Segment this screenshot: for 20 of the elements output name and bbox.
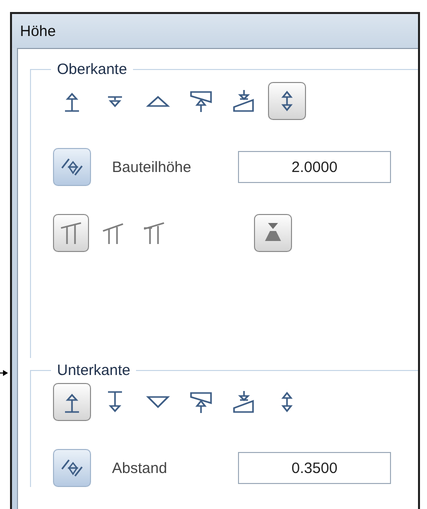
arrow-icon bbox=[0, 369, 8, 377]
group-legend: Unterkante bbox=[51, 362, 136, 379]
link-toggle-button[interactable] bbox=[53, 148, 91, 186]
field-label: Bauteilhöhe bbox=[112, 158, 192, 176]
field-label: Abstand bbox=[112, 460, 168, 476]
roof-icon bbox=[142, 219, 166, 247]
input-field[interactable]: 0.3500 bbox=[238, 452, 391, 484]
link-toggle-button[interactable] bbox=[53, 449, 91, 487]
ramp-arrow-icon bbox=[232, 87, 256, 115]
window-title: Höhe bbox=[12, 14, 418, 48]
group-legend: Oberkante bbox=[51, 61, 134, 78]
mode-toggle-button[interactable] bbox=[268, 82, 306, 120]
mode-toggle-button[interactable] bbox=[53, 214, 89, 252]
mode-toggle-button[interactable] bbox=[53, 383, 91, 421]
triangle-icon bbox=[146, 395, 170, 409]
ramp-arrow-icon bbox=[232, 388, 256, 416]
roof-icon bbox=[59, 219, 83, 247]
triangle-icon bbox=[146, 94, 170, 108]
input-field[interactable]: 2.0000 bbox=[238, 151, 391, 183]
mode-toggle-button[interactable] bbox=[254, 214, 292, 252]
